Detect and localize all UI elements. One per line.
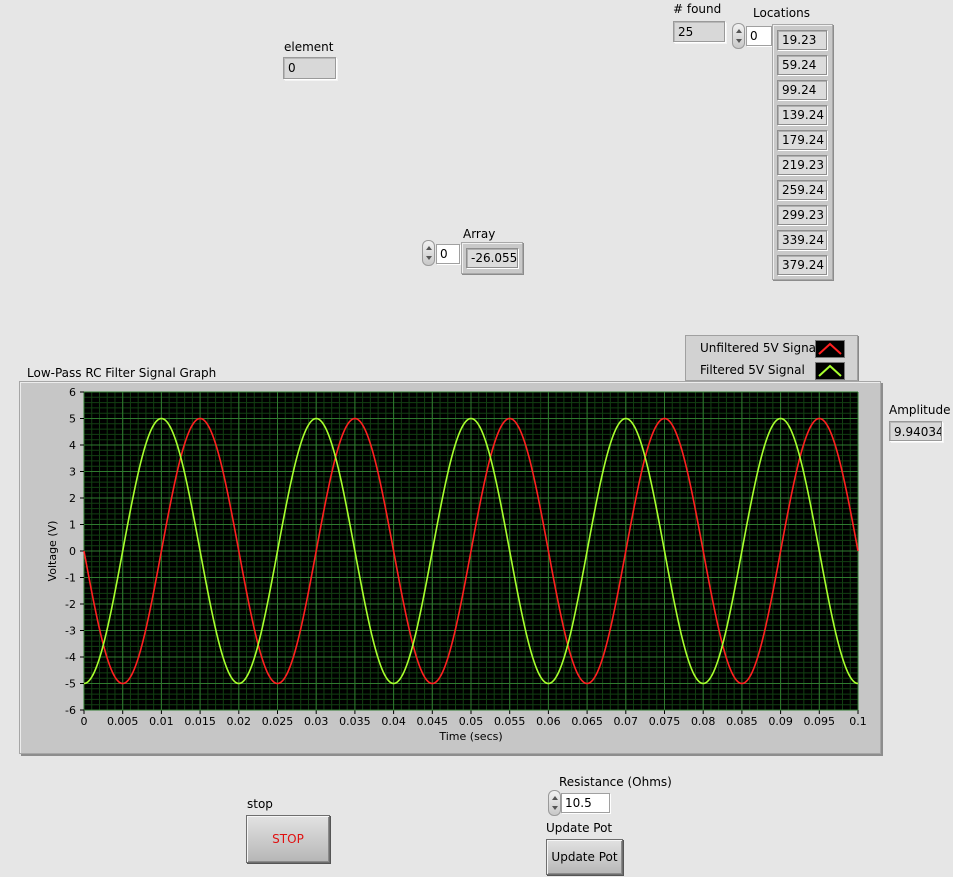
y-tick-label: 5 (69, 413, 76, 426)
x-tick-label: 0.045 (417, 715, 449, 728)
location-element: 59.24 (777, 55, 827, 75)
signal-chart[interactable]: 0 0.005 0.01 0.015 0.02 0.025 0.03 0.035 0.04 0.0… (20, 382, 882, 755)
location-element: 139.24 (777, 105, 827, 125)
location-element: 259.24 (777, 180, 827, 200)
array-index-input[interactable]: 0 (436, 244, 460, 264)
location-element: 219.23 (777, 155, 827, 175)
array-index-spinner[interactable] (422, 240, 435, 266)
x-tick-label: 0.06 (536, 715, 561, 728)
x-tick-label: 0.075 (649, 715, 681, 728)
x-tick-label: 0 (81, 715, 88, 728)
x-tick-label: 0.04 (381, 715, 406, 728)
amplitude-label: Amplitude (889, 403, 951, 417)
found-indicator: 25 (673, 21, 725, 42)
x-tick-label: 0.1 (849, 715, 867, 728)
location-element: 179.24 (777, 130, 827, 150)
array-frame: -26.0553 (461, 242, 523, 274)
x-tick-label: 0.09 (768, 715, 793, 728)
y-tick-label: -5 (65, 678, 76, 691)
array-label: Array (463, 227, 496, 241)
x-tick-label: 0.03 (304, 715, 329, 728)
locations-index-input[interactable]: 0 (746, 26, 772, 46)
location-element: 339.24 (777, 230, 827, 250)
y-tick-label: 0 (69, 545, 76, 558)
graph-title: Low-Pass RC Filter Signal Graph (27, 366, 217, 380)
stop-label: stop (247, 797, 273, 811)
location-element: 19.23 (777, 30, 827, 50)
x-tick-label: 0.05 (459, 715, 484, 728)
legend-swatch-icon (815, 340, 845, 358)
location-element: 299.23 (777, 205, 827, 225)
y-tick-label: 2 (69, 492, 76, 505)
legend-item[interactable]: Unfiltered 5V Signal (686, 337, 857, 359)
found-label: # found (673, 2, 722, 16)
y-tick-label: -3 (65, 625, 76, 638)
x-tick-label: 0.055 (494, 715, 526, 728)
x-tick-label: 0.01 (149, 715, 174, 728)
location-element: 379.24 (777, 255, 827, 275)
increment-arrow-icon[interactable] (736, 29, 742, 33)
decrement-arrow-icon[interactable] (426, 256, 432, 260)
y-tick-label: -1 (65, 572, 76, 585)
y-tick-label: 1 (69, 519, 76, 532)
x-tick-label: 0.035 (339, 715, 371, 728)
element-label: element (284, 40, 334, 54)
x-tick-label: 0.08 (691, 715, 716, 728)
increment-arrow-icon[interactable] (552, 796, 558, 800)
stop-button[interactable]: STOP (246, 815, 330, 863)
x-tick-label: 0.015 (184, 715, 216, 728)
resistance-spinner[interactable] (548, 790, 561, 816)
legend-item-label: Unfiltered 5V Signal (700, 341, 820, 355)
y-tick-label: 3 (69, 466, 76, 479)
y-axis-label: Voltage (V) (46, 521, 59, 582)
y-tick-label: -6 (65, 704, 76, 717)
resistance-label: Resistance (Ohms) (559, 775, 672, 789)
y-tick-label: 4 (69, 439, 76, 452)
decrement-arrow-icon[interactable] (736, 39, 742, 43)
y-tick-label: -4 (65, 651, 76, 664)
locations-array: 19.23 59.24 99.24 139.24 179.24 219.23 259.24 2… (772, 24, 833, 280)
resistance-input[interactable]: 10.5 (561, 793, 610, 813)
array-element: -26.0553 (466, 248, 518, 268)
x-tick-label: 0.065 (571, 715, 603, 728)
x-tick-label: 0.085 (726, 715, 758, 728)
element-indicator: 0 (283, 57, 336, 79)
signal-graph: 0 0.005 0.01 0.015 0.02 0.025 0.03 0.035 0.04 0.0… (19, 381, 881, 754)
locations-index-spinner[interactable] (732, 23, 745, 49)
legend-item[interactable]: Filtered 5V Signal (686, 359, 857, 381)
plot-legend[interactable]: Unfiltered 5V Signal Filtered 5V Signal (685, 335, 858, 381)
x-tick-label: 0.095 (804, 715, 836, 728)
x-tick-label: 0.02 (227, 715, 252, 728)
locations-label: Locations (753, 6, 811, 20)
y-tick-label: -2 (65, 598, 76, 611)
x-tick-label: 0.025 (262, 715, 294, 728)
x-tick-label: 0.07 (614, 715, 639, 728)
x-axis-label: Time (secs) (438, 730, 502, 743)
location-element: 99.24 (777, 80, 827, 100)
update-pot-label: Update Pot (546, 821, 613, 835)
legend-item-label: Filtered 5V Signal (700, 363, 805, 377)
x-tick-label: 0.005 (107, 715, 139, 728)
decrement-arrow-icon[interactable] (552, 806, 558, 810)
update-pot-button[interactable]: Update Pot (546, 839, 623, 875)
increment-arrow-icon[interactable] (426, 246, 432, 250)
legend-swatch-icon (815, 362, 845, 380)
amplitude-indicator: 9.94034 (889, 421, 942, 441)
y-tick-label: 6 (69, 386, 76, 399)
